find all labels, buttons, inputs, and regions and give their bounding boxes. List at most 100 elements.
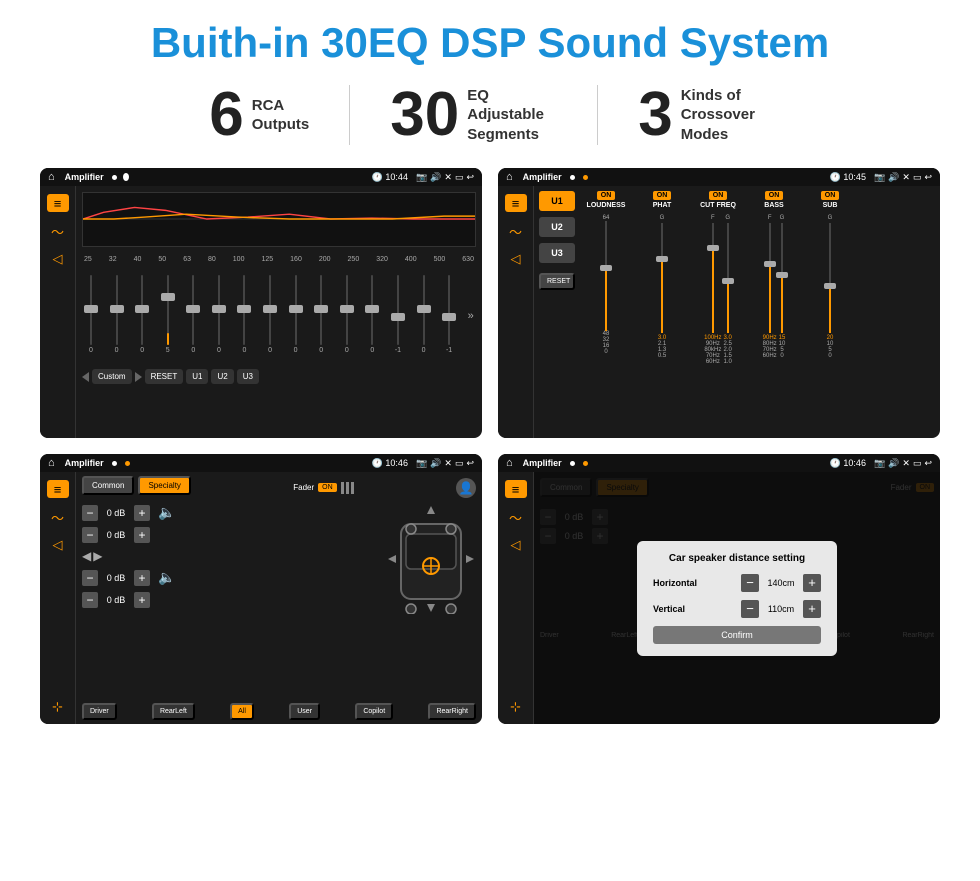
vertical-plus[interactable]: + — [803, 600, 821, 618]
col-sub: ON SUB G 20 10 — [804, 191, 856, 433]
horizontal-plus[interactable]: + — [803, 574, 821, 592]
eq-slider-4[interactable]: 0 — [186, 271, 200, 361]
eq-slider-9[interactable]: 0 — [314, 271, 328, 361]
eq-reset-btn[interactable]: RESET — [145, 369, 184, 384]
back-icon[interactable]: ↩ — [466, 172, 474, 183]
cutfreq-on-badge[interactable]: ON — [709, 191, 728, 200]
eq-slider-5[interactable]: 0 — [212, 271, 226, 361]
tab-common[interactable]: Common — [82, 476, 134, 495]
phat-on-badge[interactable]: ON — [653, 191, 672, 200]
fader-plus-2[interactable]: + — [134, 527, 150, 543]
eq-custom-btn[interactable]: Custom — [92, 369, 132, 384]
crossover-window-icon: ▭ — [913, 172, 922, 183]
eq-u2-btn[interactable]: U2 — [211, 369, 233, 384]
loudness-on-badge[interactable]: ON — [597, 191, 616, 200]
all-btn[interactable]: All — [230, 703, 254, 720]
fader-wave-icon[interactable]: 〜 — [47, 508, 69, 526]
page-wrapper: Buith-in 30EQ DSP Sound System 6 RCAOutp… — [0, 0, 980, 744]
crossover-reset-btn[interactable]: RESET — [539, 273, 575, 290]
fader-plus-3[interactable]: + — [134, 570, 150, 586]
person-icon[interactable]: 👤 — [456, 478, 476, 498]
eq-slider-6[interactable]: 0 — [237, 271, 251, 361]
eq-slider-0[interactable]: 0 — [84, 271, 98, 361]
fader-minus-4[interactable]: − — [82, 592, 98, 608]
eq-more-arrow[interactable]: » — [468, 310, 474, 322]
stat-eq: 30 EQ AdjustableSegments — [350, 84, 597, 146]
fader-plus-1[interactable]: + — [134, 505, 150, 521]
bass-on-badge[interactable]: ON — [765, 191, 784, 200]
fader-left-arrow[interactable]: ◀ — [82, 549, 91, 563]
distance-speaker-icon[interactable]: ◁ — [505, 536, 527, 554]
crossover-back-icon[interactable]: ↩ — [924, 172, 932, 183]
fader-minus-3[interactable]: − — [82, 570, 98, 586]
rearleft-btn[interactable]: RearLeft — [152, 703, 195, 720]
crossover-camera-icon: 📷 — [874, 172, 885, 183]
eq-screen: ⌂ Amplifier 🕐 10:44 📷 🔊 ✕ ▭ ↩ ≡ 〜 ◁ — [40, 168, 482, 438]
fader-back-icon[interactable]: ↩ — [466, 458, 474, 469]
eq-sidebar-speaker-icon[interactable]: ◁ — [47, 250, 69, 268]
eq-sidebar-eq-icon[interactable]: ≡ — [47, 194, 69, 212]
eq-slider-12[interactable]: -1 — [391, 271, 405, 361]
distance-home-icon[interactable]: ⌂ — [506, 457, 513, 469]
fader-on-toggle[interactable]: ON — [318, 483, 337, 492]
eq-u3-btn[interactable]: U3 — [237, 369, 259, 384]
crossover-speaker-icon[interactable]: ◁ — [505, 250, 527, 268]
eq-slider-10[interactable]: 0 — [340, 271, 354, 361]
vertical-minus[interactable]: − — [741, 600, 759, 618]
fader-right-arrow[interactable]: ▶ — [93, 549, 102, 563]
user-btn[interactable]: User — [289, 703, 320, 720]
copilot-btn[interactable]: Copilot — [355, 703, 393, 720]
driver-btn[interactable]: Driver — [82, 703, 117, 720]
fader-plus-4[interactable]: + — [134, 592, 150, 608]
fader-top-row: Common Specialty Fader ON — [82, 476, 476, 499]
dialog-title: Car speaker distance setting — [653, 553, 821, 564]
eq-slider-2[interactable]: 0 — [135, 271, 149, 361]
rearright-btn[interactable]: RearRight — [428, 703, 476, 720]
fader-speaker-icon[interactable]: ◁ — [47, 536, 69, 554]
home-icon[interactable]: ⌂ — [48, 171, 55, 183]
u1-button[interactable]: U1 — [539, 191, 575, 211]
eq-slider-1[interactable]: 0 — [110, 271, 124, 361]
crossover-content: ≡ 〜 ◁ U1 U2 U3 RESET — [498, 186, 940, 438]
fader-home-icon[interactable]: ⌂ — [48, 457, 55, 469]
distance-volume-icon: 🔊 — [888, 458, 899, 469]
eq-slider-3[interactable]: 5 — [161, 271, 175, 361]
eq-slider-11[interactable]: 0 — [365, 271, 379, 361]
u3-button[interactable]: U3 — [539, 243, 575, 263]
distance-wave-icon[interactable]: 〜 — [505, 508, 527, 526]
eq-slider-14[interactable]: -1 — [442, 271, 456, 361]
eq-main-content: 253240506380100125160200250320400500630 … — [76, 186, 482, 438]
bass-label: BASS — [764, 202, 783, 209]
fader-expand-icon[interactable]: ⊹ — [47, 698, 69, 716]
distance-back-icon[interactable]: ↩ — [924, 458, 932, 469]
fader-eq-icon[interactable]: ≡ — [47, 480, 69, 498]
eq-time: 🕐 10:44 — [372, 172, 408, 183]
confirm-button[interactable]: Confirm — [653, 626, 821, 644]
distance-expand-icon[interactable]: ⊹ — [505, 698, 527, 716]
tab-specialty[interactable]: Specialty — [138, 476, 190, 495]
eq-slider-7[interactable]: 0 — [263, 271, 277, 361]
fader-minus-1[interactable]: − — [82, 505, 98, 521]
horizontal-minus[interactable]: − — [741, 574, 759, 592]
fader-minus-2[interactable]: − — [82, 527, 98, 543]
crossover-screen: ⌂ Amplifier 🕐 10:45 📷 🔊 ✕ ▭ ↩ ≡ 〜 ◁ — [498, 168, 940, 438]
stat-rca: 6 RCAOutputs — [169, 84, 349, 146]
fader-center-controls: ◀ ▶ — [82, 549, 378, 563]
eq-sidebar-wave-icon[interactable]: 〜 — [47, 222, 69, 240]
eq-prev-arrow[interactable] — [82, 372, 89, 382]
eq-u1-btn[interactable]: U1 — [186, 369, 208, 384]
crossover-home-icon[interactable]: ⌂ — [506, 171, 513, 183]
close-icon: ✕ — [444, 172, 452, 183]
eq-chart — [82, 192, 476, 247]
eq-slider-8[interactable]: 0 — [289, 271, 303, 361]
crossover-wave-icon[interactable]: 〜 — [505, 222, 527, 240]
stats-row: 6 RCAOutputs 30 EQ AdjustableSegments 3 … — [40, 84, 940, 146]
crossover-eq-icon[interactable]: ≡ — [505, 194, 527, 212]
u2-button[interactable]: U2 — [539, 217, 575, 237]
distance-eq-icon[interactable]: ≡ — [505, 480, 527, 498]
eq-next-arrow[interactable] — [135, 372, 142, 382]
sub-on-badge[interactable]: ON — [821, 191, 840, 200]
distance-time: 🕐 10:46 — [830, 458, 866, 469]
stat-crossover-number: 3 — [638, 84, 672, 146]
eq-slider-13[interactable]: 0 — [417, 271, 431, 361]
